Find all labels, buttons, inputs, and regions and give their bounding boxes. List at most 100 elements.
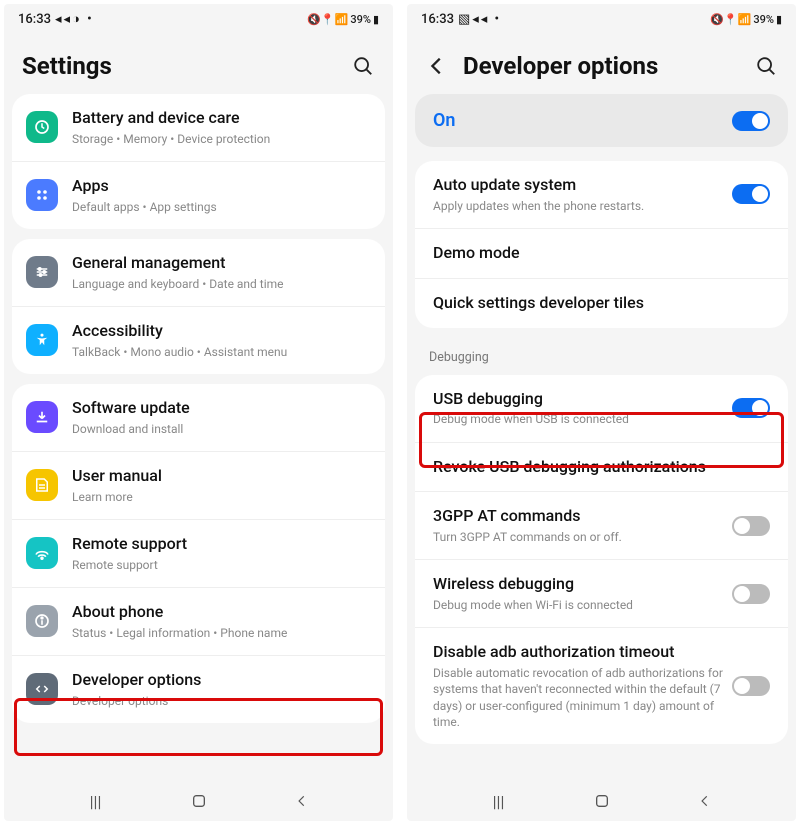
header: Settings xyxy=(4,34,393,90)
row-title: General management xyxy=(72,253,371,274)
row-title: Accessibility xyxy=(72,321,371,342)
accessibility-icon xyxy=(26,324,58,356)
status-indicators: 🔇📍📶 xyxy=(307,13,348,26)
row-title: Battery and device care xyxy=(72,108,371,129)
option-row[interactable]: Demo mode xyxy=(415,228,788,278)
row-title: Developer options xyxy=(72,670,371,691)
about-icon xyxy=(26,605,58,637)
phone-developer-options: 16:33 ▧◂◂ • 🔇📍📶 39% ▮ Developer options … xyxy=(407,4,796,821)
home-button[interactable] xyxy=(188,790,210,812)
settings-group: General management Language and keyboard … xyxy=(12,239,385,374)
row-title: Revoke USB debugging authorizations xyxy=(433,457,770,478)
toggle[interactable] xyxy=(732,584,770,604)
row-title: Software update xyxy=(72,398,371,419)
row-subtitle: Default apps • App settings xyxy=(72,199,371,215)
master-toggle-label: On xyxy=(433,110,455,131)
nav-bar: ||| xyxy=(407,781,796,821)
master-toggle[interactable] xyxy=(732,111,770,131)
remote-icon xyxy=(26,537,58,569)
battery-percent: 39% xyxy=(753,13,774,26)
settings-row[interactable]: Battery and device care Storage • Memory … xyxy=(12,94,385,161)
settings-group: Software update Download and install User … xyxy=(12,384,385,723)
row-title: Demo mode xyxy=(433,243,770,264)
back-button[interactable] xyxy=(694,790,716,812)
back-button[interactable] xyxy=(291,790,313,812)
clock: 16:33 xyxy=(421,12,454,27)
option-row[interactable]: 3GPP AT commands Turn 3GPP AT commands on… xyxy=(415,491,788,559)
settings-row[interactable]: Accessibility TalkBack • Mono audio • Ass… xyxy=(12,306,385,374)
settings-row[interactable]: Developer options Developer options xyxy=(12,655,385,723)
toggle[interactable] xyxy=(732,676,770,696)
general-icon xyxy=(26,256,58,288)
page-title: Settings xyxy=(22,52,112,80)
options-group: USB debuggingDebug mode when USB is conn… xyxy=(415,375,788,744)
option-row[interactable]: Disable adb authorization timeoutDisable… xyxy=(415,627,788,744)
recents-button[interactable]: ||| xyxy=(488,790,510,812)
dev-icon xyxy=(26,673,58,705)
battery-icon xyxy=(26,111,58,143)
row-subtitle: Download and install xyxy=(72,421,371,437)
option-row[interactable]: Auto update system Apply updates when the… xyxy=(415,161,788,228)
row-subtitle: Language and keyboard • Date and time xyxy=(72,276,371,292)
settings-row[interactable]: Apps Default apps • App settings xyxy=(12,161,385,229)
row-subtitle: Status • Legal information • Phone name xyxy=(72,625,371,641)
phone-settings: 16:33 ◂◂◑ • 🔇📍📶 39% ▮ Settings Battery a… xyxy=(4,4,393,821)
status-icons: ◂◂◑ • xyxy=(55,11,94,27)
apps-icon xyxy=(26,179,58,211)
nav-bar: ||| xyxy=(4,781,393,821)
master-toggle-row[interactable]: On xyxy=(415,94,788,147)
battery-icon: ▮ xyxy=(776,13,782,26)
settings-row[interactable]: General management Language and keyboard … xyxy=(12,239,385,306)
update-icon xyxy=(26,401,58,433)
status-icons: ▧◂◂ • xyxy=(458,12,501,27)
row-subtitle: Apply updates when the phone restarts. xyxy=(433,198,732,214)
row-subtitle: Remote support xyxy=(72,557,371,573)
settings-row[interactable]: Software update Download and install xyxy=(12,384,385,451)
page-title: Developer options xyxy=(463,52,658,80)
option-row[interactable]: Wireless debugging Debug mode when Wi-Fi … xyxy=(415,559,788,627)
settings-row[interactable]: User manual Learn more xyxy=(12,451,385,519)
row-title: Remote support xyxy=(72,534,371,555)
row-subtitle: Storage • Memory • Device protection xyxy=(72,131,371,147)
option-row[interactable]: USB debuggingDebug mode when USB is conn… xyxy=(415,375,788,442)
status-bar: 16:33 ◂◂◑ • 🔇📍📶 39% ▮ xyxy=(4,4,393,34)
row-subtitle: Developer options xyxy=(72,693,371,709)
header: Developer options xyxy=(407,34,796,90)
row-subtitle: Debug mode when Wi-Fi is connected xyxy=(433,597,732,613)
search-icon[interactable] xyxy=(754,54,778,78)
row-subtitle: TalkBack • Mono audio • Assistant menu xyxy=(72,344,371,360)
row-title: Quick settings developer tiles xyxy=(433,293,770,314)
clock: 16:33 xyxy=(18,12,51,27)
row-title: USB debugging xyxy=(433,389,732,410)
row-title: Disable adb authorization timeout xyxy=(433,642,732,663)
settings-row[interactable]: Remote support Remote support xyxy=(12,519,385,587)
row-subtitle: Learn more xyxy=(72,489,371,505)
option-row[interactable]: Quick settings developer tiles xyxy=(415,278,788,328)
manual-icon xyxy=(26,469,58,501)
settings-group: Battery and device care Storage • Memory … xyxy=(12,94,385,229)
row-title: About phone xyxy=(72,602,371,623)
row-title: Wireless debugging xyxy=(433,574,732,595)
status-indicators: 🔇📍📶 xyxy=(710,13,751,26)
toggle[interactable] xyxy=(732,516,770,536)
row-title: User manual xyxy=(72,466,371,487)
status-bar: 16:33 ▧◂◂ • 🔇📍📶 39% ▮ xyxy=(407,4,796,34)
toggle[interactable] xyxy=(732,184,770,204)
settings-row[interactable]: About phone Status • Legal information • … xyxy=(12,587,385,655)
row-title: Auto update system xyxy=(433,175,732,196)
row-subtitle: Turn 3GPP AT commands on or off. xyxy=(433,529,732,545)
section-label: Debugging xyxy=(407,338,796,371)
options-group: Auto update system Apply updates when the… xyxy=(415,161,788,328)
recents-button[interactable]: ||| xyxy=(85,790,107,812)
row-title: Apps xyxy=(72,176,371,197)
back-icon[interactable] xyxy=(425,54,449,78)
row-title: 3GPP AT commands xyxy=(433,506,732,527)
battery-icon: ▮ xyxy=(373,13,379,26)
battery-percent: 39% xyxy=(350,13,371,26)
option-row[interactable]: Revoke USB debugging authorizations xyxy=(415,442,788,492)
toggle[interactable] xyxy=(732,398,770,418)
home-button[interactable] xyxy=(591,790,613,812)
row-subtitle: Debug mode when USB is connected xyxy=(433,411,732,427)
row-subtitle: Disable automatic revocation of adb auth… xyxy=(433,665,732,730)
search-icon[interactable] xyxy=(351,54,375,78)
